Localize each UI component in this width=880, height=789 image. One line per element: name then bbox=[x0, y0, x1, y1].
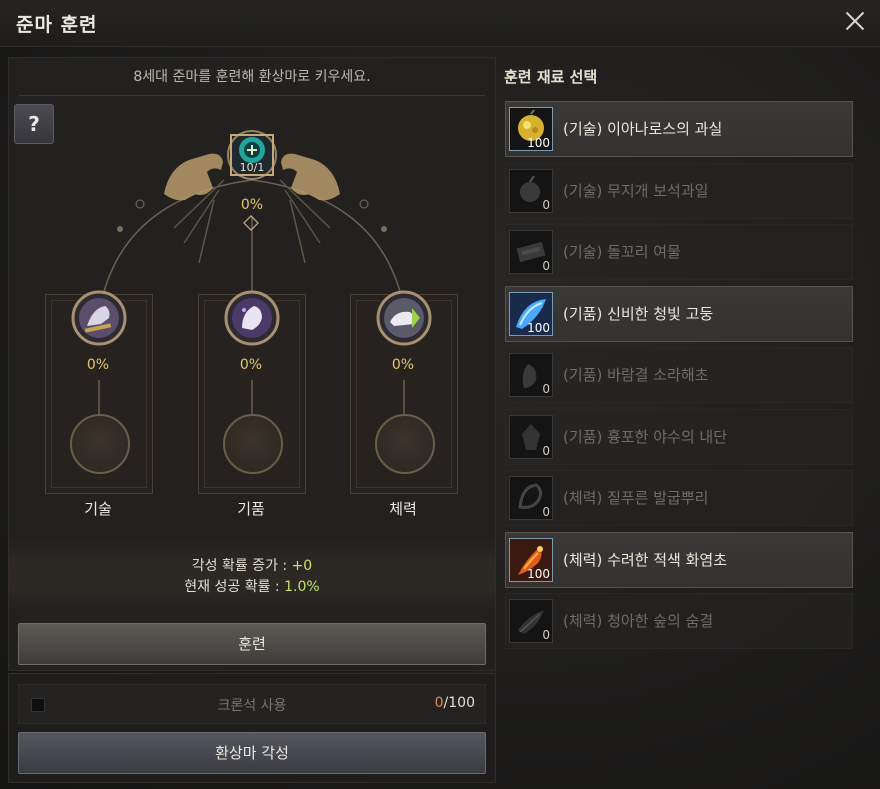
material-count: 0 bbox=[542, 197, 550, 212]
grace-horse-icon bbox=[224, 290, 280, 346]
train-button[interactable]: 훈련 bbox=[18, 623, 486, 665]
instruction-text: 8세대 준마를 훈련해 환상마로 키우세요. bbox=[133, 69, 371, 85]
golden-fruit-icon: 100 bbox=[509, 107, 553, 151]
stamina-percent: 0% bbox=[391, 357, 415, 373]
grace-percent: 0% bbox=[239, 357, 263, 373]
overall-percent: 0% bbox=[240, 197, 264, 213]
chronstone-max: /100 bbox=[443, 695, 475, 711]
material-item[interactable]: 100 (체력) 수려한 적색 화염초 bbox=[505, 531, 853, 588]
root-icon: 0 bbox=[509, 476, 553, 520]
flame-herb-icon: 100 bbox=[509, 537, 553, 582]
connector bbox=[403, 380, 405, 414]
awaken-increase-value: +0 bbox=[291, 558, 313, 574]
forest-breath-icon: 0 bbox=[509, 599, 553, 643]
blue-conch-icon: 100 bbox=[509, 291, 553, 336]
material-count: 100 bbox=[527, 320, 550, 335]
connector bbox=[251, 380, 253, 414]
material-name: (체력) 청아한 숲의 숨결 bbox=[563, 612, 714, 630]
stack-counter: 10/1 bbox=[239, 161, 265, 174]
material-name: (체력) 짙푸른 발굽뿌리 bbox=[563, 489, 709, 507]
material-item[interactable]: 0 (기술) 돌꼬리 여물 bbox=[505, 224, 853, 280]
probability-info: 각성 확률 증가 : +0 현재 성공 확률 : 1.0% bbox=[9, 538, 495, 614]
material-count: 0 bbox=[542, 443, 550, 458]
awaken-increase-label: 각성 확률 증가 : bbox=[191, 558, 292, 574]
material-item[interactable]: 100 (기품) 신비한 청빛 고둥 bbox=[505, 285, 853, 342]
window-title: 준마 훈련 bbox=[16, 14, 98, 36]
chronstone-count: 0/100 bbox=[435, 695, 475, 711]
success-rate-value: 1.0% bbox=[284, 579, 320, 595]
chronstone-row: 크론석 사용 0/100 bbox=[18, 684, 486, 724]
horse-training-window: 준마 훈련 8세대 준마를 훈련해 환상마로 키우세요. ? 10/1 0% 0… bbox=[0, 0, 880, 789]
material-name: (기술) 무지개 보석과일 bbox=[563, 181, 709, 200]
fodder-icon: 0 bbox=[509, 230, 553, 274]
awaken-panel: 크론석 사용 0/100 환상마 각성 bbox=[8, 673, 496, 783]
material-item[interactable]: 0 (기품) 흉포한 야수의 내단 bbox=[505, 408, 853, 465]
stamina-label: 체력 bbox=[389, 500, 417, 518]
materials-header: 훈련 재료 선택 bbox=[504, 68, 598, 86]
connector bbox=[98, 380, 100, 414]
material-item[interactable]: 100 (기술) 이아나로스의 과실 bbox=[505, 101, 853, 157]
jewel-fruit-icon: 0 bbox=[509, 168, 553, 213]
material-item[interactable]: 0 (기품) 바람결 소라해초 bbox=[505, 347, 853, 403]
material-count: 0 bbox=[542, 628, 550, 642]
beast-core-icon: 0 bbox=[509, 414, 553, 459]
material-name: (기술) 이아나로스의 과실 bbox=[563, 120, 723, 138]
chronstone-label: 크론석 사용 bbox=[217, 698, 287, 714]
material-item[interactable]: 0 (체력) 짙푸른 발굽뿌리 bbox=[505, 470, 853, 526]
chronstone-current: 0 bbox=[434, 695, 444, 711]
stamina-material-slot[interactable] bbox=[375, 414, 435, 474]
skill-percent: 0% bbox=[86, 357, 110, 373]
seaweed-icon: 0 bbox=[509, 353, 553, 397]
training-panel: 8세대 준마를 훈련해 환상마로 키우세요. ? 10/1 0% 0% 0% 0… bbox=[8, 57, 496, 671]
material-count: 100 bbox=[527, 566, 550, 581]
close-icon[interactable] bbox=[842, 8, 868, 34]
awaken-button[interactable]: 환상마 각성 bbox=[18, 732, 486, 774]
title-bar: 준마 훈련 bbox=[0, 0, 880, 47]
material-item[interactable]: 0 (기술) 무지개 보석과일 bbox=[505, 162, 853, 219]
grace-label: 기품 bbox=[237, 500, 265, 518]
awaken-increase-line: 각성 확률 증가 : +0 bbox=[9, 555, 495, 575]
success-rate-line: 현재 성공 확률 : 1.0% bbox=[9, 576, 495, 596]
material-count: 0 bbox=[542, 259, 550, 273]
material-name: (기품) 바람결 소라해초 bbox=[563, 366, 709, 384]
materials-list: 100 (기술) 이아나로스의 과실 0 (기술) 무지개 보석과일 0 (기술… bbox=[505, 101, 853, 655]
material-count: 100 bbox=[527, 136, 550, 150]
divider bbox=[19, 95, 485, 96]
success-rate-label: 현재 성공 확률 : bbox=[184, 579, 285, 595]
material-name: (기품) 신비한 청빛 고둥 bbox=[563, 304, 714, 323]
stamina-horse-icon bbox=[376, 290, 432, 346]
grace-material-slot[interactable] bbox=[223, 414, 283, 474]
material-name: (기술) 돌꼬리 여물 bbox=[563, 243, 681, 261]
skill-horse-icon bbox=[71, 290, 127, 346]
skill-material-slot[interactable] bbox=[70, 414, 130, 474]
material-item[interactable]: 0 (체력) 청아한 숲의 숨결 bbox=[505, 593, 853, 649]
material-name: (기품) 흉포한 야수의 내단 bbox=[563, 427, 728, 446]
material-name: (체력) 수려한 적색 화염초 bbox=[563, 550, 728, 569]
skill-label: 기술 bbox=[84, 500, 112, 518]
material-count: 0 bbox=[542, 505, 550, 519]
material-count: 0 bbox=[542, 382, 550, 396]
